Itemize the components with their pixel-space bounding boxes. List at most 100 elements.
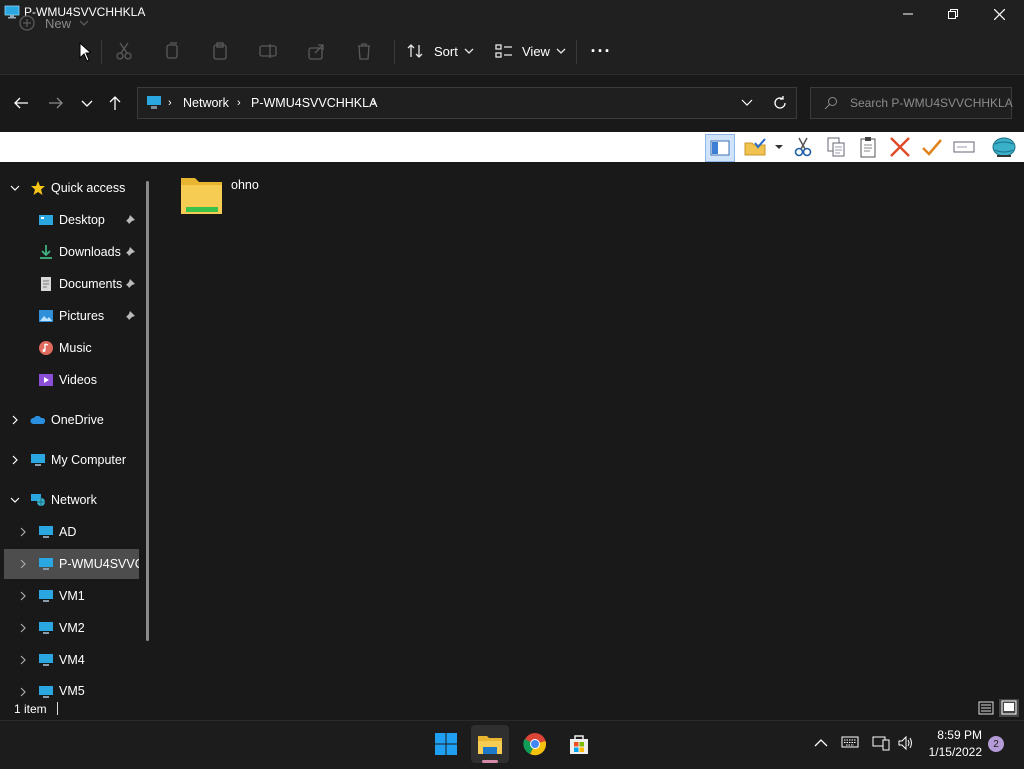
chevron-down-icon: [464, 48, 474, 54]
breadcrumb-chevron-icon: ›: [168, 97, 172, 109]
view-icon: [495, 44, 512, 58]
folder-item[interactable]: ohno: [178, 172, 288, 218]
nav-my-computer[interactable]: My Computer: [0, 445, 146, 475]
taskbar-store[interactable]: [560, 725, 598, 763]
chevron-down-icon: [10, 497, 20, 503]
folder-check-icon: [744, 138, 766, 156]
paste-button[interactable]: [210, 36, 234, 66]
nav-network-ad[interactable]: AD: [0, 517, 146, 547]
network-status-button[interactable]: [872, 735, 890, 754]
breadcrumb-computer[interactable]: P-WMU4SVVCHHKLA: [251, 96, 377, 110]
view-button[interactable]: View: [494, 36, 566, 66]
cut-button[interactable]: [114, 36, 138, 66]
delete-button[interactable]: [354, 36, 378, 66]
close-icon: [993, 8, 1005, 20]
restore-icon: [948, 9, 958, 19]
pin-icon[interactable]: [124, 278, 136, 290]
arrow-up-icon: [109, 96, 121, 110]
pin-icon[interactable]: [124, 214, 136, 226]
share-button[interactable]: [306, 36, 330, 66]
refresh-icon[interactable]: [772, 95, 788, 111]
cloud-icon: [30, 415, 46, 424]
search-placeholder: Search P-WMU4SVVCHHKLA: [850, 96, 1013, 110]
nav-network[interactable]: Network: [0, 485, 146, 515]
restore-button[interactable]: [930, 0, 976, 28]
forward-button[interactable]: [43, 88, 69, 118]
start-button[interactable]: [427, 725, 465, 763]
show-hidden-icons-button[interactable]: [814, 736, 828, 751]
nav-network-vm4[interactable]: VM4: [0, 645, 146, 675]
clock-date[interactable]: 1/15/2022: [922, 745, 982, 759]
keyboard-button[interactable]: [841, 736, 859, 751]
nav-onedrive[interactable]: OneDrive: [0, 405, 146, 435]
nav-desktop[interactable]: Desktop: [0, 205, 146, 235]
chevron-down-icon: [10, 185, 20, 191]
nav-network-vm2[interactable]: VM2: [0, 613, 146, 643]
rename-button[interactable]: [258, 36, 282, 66]
computer-icon: [147, 96, 161, 109]
nav-label: VM2: [59, 621, 85, 635]
nav-network-current[interactable]: P-WMU4SVVCHHKLA: [4, 549, 139, 579]
nav-scrollbar[interactable]: [146, 181, 149, 641]
legacy-delete-button[interactable]: [887, 134, 913, 160]
nav-quick-access[interactable]: Quick access: [0, 173, 146, 203]
address-bar[interactable]: [137, 87, 797, 119]
more-options-button[interactable]: ···: [588, 36, 614, 66]
pin-icon[interactable]: [124, 246, 136, 258]
legacy-copy-button[interactable]: [823, 134, 849, 160]
copy-button[interactable]: [162, 36, 186, 66]
legacy-rename-button[interactable]: [951, 134, 977, 160]
details-view-button[interactable]: [977, 699, 995, 717]
large-icons-view-button[interactable]: [999, 699, 1019, 717]
nav-label: Pictures: [59, 309, 105, 323]
document-icon: [41, 277, 51, 291]
preview-pane-button[interactable]: [705, 134, 735, 162]
close-button[interactable]: [976, 0, 1022, 28]
clock-time[interactable]: 8:59 PM: [930, 728, 982, 742]
rename-box-icon: [953, 141, 975, 153]
legacy-network-button[interactable]: [990, 134, 1018, 160]
back-button[interactable]: [8, 88, 34, 118]
volume-button[interactable]: [897, 735, 915, 754]
breadcrumb-network[interactable]: Network: [183, 96, 229, 110]
chevron-down-icon: [81, 100, 93, 107]
nav-documents[interactable]: Documents: [0, 269, 146, 299]
nav-label: P-WMU4SVVCHHKLA: [59, 557, 139, 571]
up-button[interactable]: [102, 88, 128, 118]
status-bar: [0, 698, 1024, 720]
nav-network-vm5[interactable]: VM5: [0, 677, 146, 698]
chevron-right-icon: [20, 527, 26, 537]
folder-options-button[interactable]: [741, 134, 771, 160]
breadcrumb-chevron-icon: ›: [372, 97, 376, 109]
legacy-paste-button[interactable]: [855, 134, 881, 160]
taskbar-chrome[interactable]: [516, 725, 554, 763]
desktop-icon: [39, 215, 53, 225]
nav-pictures[interactable]: Pictures: [0, 301, 146, 331]
address-dropdown-icon[interactable]: [741, 99, 753, 107]
nav-network-vm1[interactable]: VM1: [0, 581, 146, 611]
legacy-cut-button[interactable]: [790, 134, 816, 160]
nav-music[interactable]: Music: [0, 333, 146, 363]
active-indicator: [482, 760, 498, 763]
separator: [576, 40, 577, 64]
scissors-icon: [794, 137, 812, 157]
chevron-right-icon: [12, 415, 18, 425]
star-icon: [31, 181, 45, 195]
recent-locations-button[interactable]: [74, 88, 100, 118]
tiles-view-icon: [1001, 700, 1017, 715]
nav-label: Music: [59, 341, 92, 355]
nav-label: OneDrive: [51, 413, 104, 427]
new-button[interactable]: New: [18, 8, 96, 38]
nav-downloads[interactable]: Downloads: [0, 237, 146, 267]
taskbar-file-explorer[interactable]: [471, 725, 509, 763]
nav-videos[interactable]: Videos: [0, 365, 146, 395]
nav-label: AD: [59, 525, 77, 539]
separator: [101, 40, 102, 64]
pictures-icon: [39, 310, 53, 322]
sort-button[interactable]: Sort: [406, 36, 476, 66]
minimize-button[interactable]: [885, 0, 931, 28]
pin-icon[interactable]: [124, 310, 136, 322]
legacy-properties-button[interactable]: [919, 134, 945, 160]
notification-badge[interactable]: 2: [988, 736, 1004, 752]
chevron-down-icon[interactable]: [774, 144, 784, 150]
